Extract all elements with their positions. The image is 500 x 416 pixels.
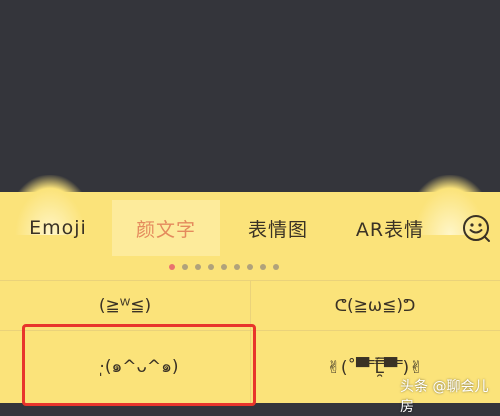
- page-dot: [208, 264, 214, 270]
- watermark: 头条 @聊会儿房: [400, 379, 489, 415]
- highlight-annotation-box: [22, 324, 256, 406]
- page-dot: [234, 264, 240, 270]
- tab-face-emoticon[interactable]: [452, 200, 500, 256]
- page-dot-active: [169, 264, 175, 270]
- tab-sticker[interactable]: 表情图: [228, 200, 328, 256]
- tab-emoji[interactable]: Emoji: [12, 200, 104, 256]
- tab-ar-emoji-label: AR表情: [355, 218, 425, 241]
- kaomoji-item[interactable]: ᕦ(≧ω≦)ᕤ: [250, 282, 500, 330]
- page-dot: [273, 264, 279, 270]
- tab-sticker-label: 表情图: [247, 218, 308, 241]
- page-dot: [221, 264, 227, 270]
- emoji-category-tabbar: Emoji 颜文字 表情图 AR表情: [0, 200, 500, 256]
- tab-ar-emoji[interactable]: AR表情: [340, 200, 440, 256]
- tab-kaomoji-label: 颜文字: [135, 218, 196, 241]
- page-dot: [260, 264, 266, 270]
- page-dot: [182, 264, 188, 270]
- page-indicator: [0, 264, 500, 272]
- kaomoji-text: ✌(˚▀̿ ̿Ĺ̯̿̿▀̿ ̿)✌: [326, 357, 424, 378]
- smiley-face-icon: [463, 215, 490, 242]
- tab-kaomoji[interactable]: 颜文字: [112, 200, 220, 256]
- page-dot: [195, 264, 201, 270]
- page-dot: [247, 264, 253, 270]
- kaomoji-item[interactable]: (≧ᵂ≦): [0, 282, 250, 330]
- kaomoji-text: ᕦ(≧ω≦)ᕤ: [334, 296, 416, 316]
- app-content-area: [0, 0, 500, 200]
- kaomoji-text: (≧ᵂ≦): [98, 296, 152, 316]
- tab-emoji-label: Emoji: [29, 217, 87, 239]
